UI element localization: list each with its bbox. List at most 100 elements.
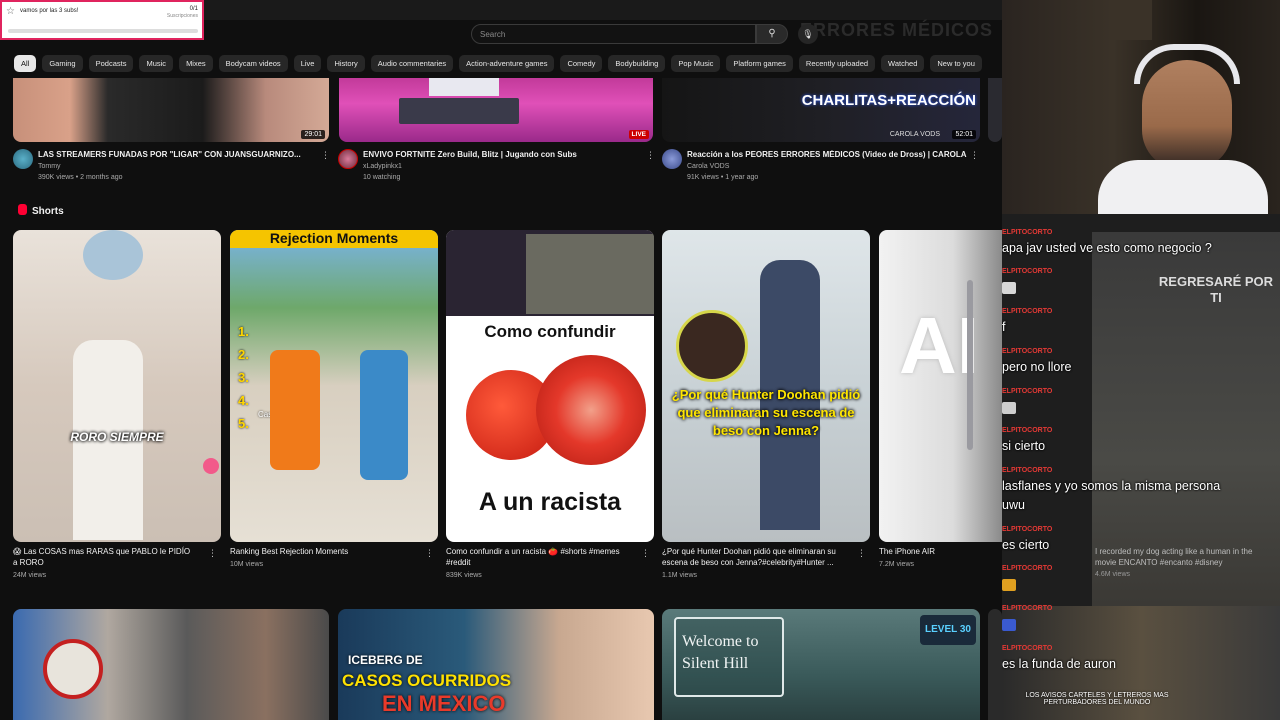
channel-avatar[interactable] xyxy=(662,149,682,169)
video-thumbnail[interactable] xyxy=(988,609,1002,720)
video-thumbnail[interactable] xyxy=(13,609,329,720)
chat-text: lasflanes y yo somos la misma persona xyxy=(1002,479,1221,493)
thumb-text: ICEBERG DE xyxy=(348,653,423,667)
short-thumbnail[interactable]: AI xyxy=(879,230,1002,542)
background-short-text: REGRESARÉ POR TI xyxy=(1158,274,1274,305)
channel-name[interactable]: xLadypinkx1 xyxy=(363,163,402,170)
chip-all[interactable]: All xyxy=(14,55,37,72)
chip-audio-commentaries[interactable]: Audio commentaries xyxy=(370,55,454,72)
chat-username: ELPITOCORTO xyxy=(1002,467,1053,474)
chat-text: si cierto xyxy=(1002,439,1046,453)
goal-progress-bar xyxy=(8,29,198,33)
video-thumbnail[interactable]: ICEBERG DE CASOS OCURRIDOS EN MEXICO xyxy=(338,609,654,720)
video-thumbnail-partial[interactable] xyxy=(988,78,1002,142)
short-overlay-text: A un racista xyxy=(478,488,622,516)
chip-podcasts[interactable]: Podcasts xyxy=(88,55,134,72)
chip-platform-games[interactable]: Platform games xyxy=(726,55,793,72)
chip-music[interactable]: Music xyxy=(139,55,174,72)
short-views: 1.1M views xyxy=(662,572,698,579)
chip-new-to-you[interactable]: New to you xyxy=(930,55,982,72)
video-title[interactable]: LAS STREAMERS FUNADAS POR "LIGAR" CON JU… xyxy=(38,150,318,159)
emote-icon xyxy=(1002,619,1016,631)
emote-icon xyxy=(1002,579,1016,591)
video-meta: Reacción a los PEORES ERRORES MÉDICOS (V… xyxy=(662,148,987,188)
channel-name[interactable]: Carola VODS xyxy=(687,163,729,170)
thumb-text: CASOS OCURRIDOS xyxy=(342,671,512,690)
subscriber-goal-widget: ☆ vamos por las 3 subs! 0/1 Suscripcione… xyxy=(0,0,204,40)
more-options-icon[interactable]: ⋮ xyxy=(970,150,979,161)
video-thumbnail[interactable]: CHARLITAS+REACCIÓN CAROLA VODS 52:01 xyxy=(662,78,980,142)
short-title[interactable]: Como confundir a un racista 🍅 #shorts #m… xyxy=(446,546,626,568)
video-thumbnail[interactable]: Welcome to Silent Hill LEVEL 30 xyxy=(662,609,980,720)
channel-name[interactable]: Tommy xyxy=(38,163,61,170)
inset-portrait xyxy=(676,310,748,382)
more-options-icon[interactable]: ⋮ xyxy=(646,150,655,161)
top-bar-dim xyxy=(204,0,1002,20)
chip-recently-uploaded[interactable]: Recently uploaded xyxy=(798,55,876,72)
more-options-icon[interactable]: ⋮ xyxy=(425,548,434,559)
person-orange xyxy=(270,350,320,470)
filter-chips: All Gaming Podcasts Music Mixes Bodycam … xyxy=(14,55,982,72)
video-title[interactable]: Reacción a los PEORES ERRORES MÉDICOS (V… xyxy=(687,150,977,159)
chat-username: ELPITOCORTO xyxy=(1002,565,1053,572)
video-thumbnail[interactable]: LIVE xyxy=(339,78,653,142)
chip-bodybuilding[interactable]: Bodybuilding xyxy=(608,55,666,72)
level-badge: LEVEL 30 xyxy=(920,615,976,645)
channel-avatar[interactable] xyxy=(338,149,358,169)
chip-comedy[interactable]: Comedy xyxy=(560,55,603,72)
goal-count: 0/1 xyxy=(189,6,198,12)
short-thumbnail[interactable]: Rejection Moments 1. 2. 3. 4. 5. Cash wi… xyxy=(230,230,438,542)
iphone-graphic xyxy=(967,280,973,450)
chip-action-adventure-games[interactable]: Action-adventure games xyxy=(459,55,555,72)
shorts-heading: Shorts xyxy=(18,204,64,217)
chip-mixes[interactable]: Mixes xyxy=(179,55,213,72)
chat-text: es cierto xyxy=(1002,538,1050,552)
chip-live[interactable]: Live xyxy=(293,55,322,72)
more-options-icon[interactable]: ⋮ xyxy=(208,548,217,559)
video-title[interactable]: ENVIVO FORTNITE Zero Build, Blitz | Juga… xyxy=(363,150,643,159)
short-title[interactable]: ¿Por qué Hunter Doohan pidió que elimina… xyxy=(662,546,842,568)
webcam-feed xyxy=(1002,0,1280,214)
person-blue xyxy=(360,350,408,480)
live-badge: LIVE xyxy=(628,130,649,139)
chip-history[interactable]: History xyxy=(327,55,365,72)
chip-pop-music[interactable]: Pop Music xyxy=(671,55,721,72)
ranking-item: 1. xyxy=(238,324,249,339)
short-views: 839K views xyxy=(446,572,482,579)
chat-username: ELPITOCORTO xyxy=(1002,268,1053,275)
short-title[interactable]: Ranking Best Rejection Moments xyxy=(230,546,410,557)
short-title[interactable]: The iPhone AIR xyxy=(879,546,994,557)
short-overlay-text: Rejection Moments xyxy=(269,230,399,246)
short-overlay-text: RORO SIEMPRE xyxy=(70,430,164,444)
short-thumbnail[interactable]: RORO SIEMPRE xyxy=(13,230,221,542)
thumb-text: EN MEXICO xyxy=(382,691,506,716)
video-stats: 390K views • 2 months ago xyxy=(38,174,123,181)
short-thumbnail[interactable]: Como confundir A un racista xyxy=(446,230,654,542)
video-duration: 29:01 xyxy=(301,130,325,139)
more-options-icon[interactable]: ⋮ xyxy=(641,548,650,559)
short-thumbnail[interactable]: ¿Por qué Hunter Doohan pidió que elimina… xyxy=(662,230,870,542)
voice-search-button[interactable]: 🎙 xyxy=(798,24,818,44)
shirt-graphic xyxy=(1098,160,1268,214)
chat-text: f xyxy=(1002,320,1006,334)
video-duration: 52:01 xyxy=(952,130,976,139)
ranking-list: 1. 2. 3. 4. 5. xyxy=(238,320,256,435)
video-thumbnail[interactable]: 29:01 xyxy=(13,78,329,142)
chip-watched[interactable]: Watched xyxy=(881,55,925,72)
ranking-item: 2. xyxy=(238,347,249,362)
short-title[interactable]: 😱 Las COSAS mas RARAS que PABLO le PIDÍO… xyxy=(13,546,193,568)
ranking-item: 3. xyxy=(238,370,249,385)
search-input[interactable]: Search xyxy=(471,24,756,44)
channel-avatar[interactable] xyxy=(13,149,33,169)
chip-bodycam-videos[interactable]: Bodycam videos xyxy=(218,55,288,72)
chat-username: ELPITOCORTO xyxy=(1002,308,1053,315)
window-graphic xyxy=(1112,0,1152,40)
chip-gaming[interactable]: Gaming xyxy=(42,55,83,72)
more-options-icon[interactable]: ⋮ xyxy=(321,150,330,161)
shorts-heading-label: Shorts xyxy=(32,206,64,217)
chat-username: ELPITOCORTO xyxy=(1002,645,1053,652)
search-button[interactable]: ⚲ xyxy=(756,24,788,44)
more-options-icon[interactable]: ⋮ xyxy=(857,548,866,559)
keyboard-graphic xyxy=(399,98,519,124)
short-views: 10M views xyxy=(230,561,264,568)
